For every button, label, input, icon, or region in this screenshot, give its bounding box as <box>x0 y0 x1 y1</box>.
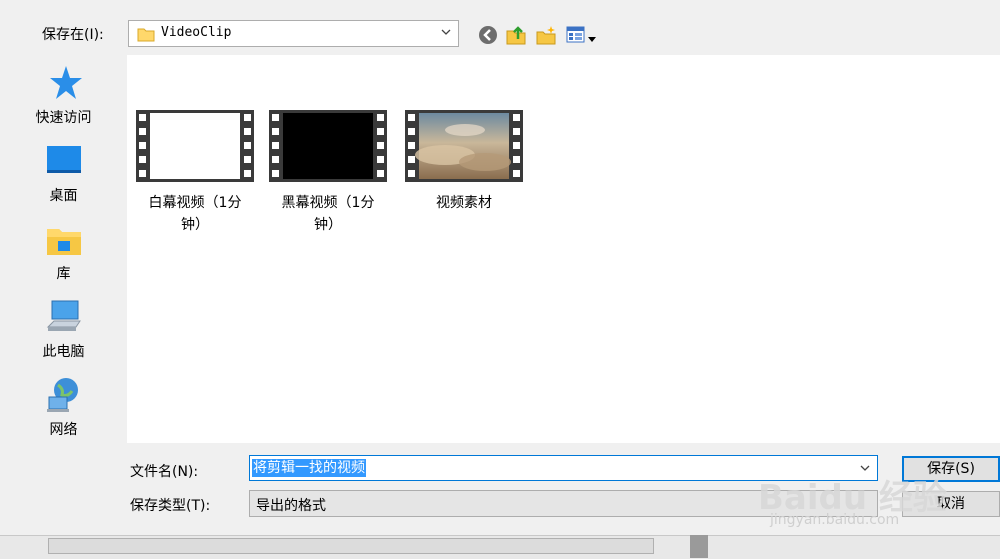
file-name-line2: 钟） <box>181 217 209 233</box>
view-menu-button[interactable] <box>566 25 600 45</box>
filename-label: 文件名(N): <box>130 464 199 480</box>
file-name-line1: 白幕视频（1分 <box>148 195 242 211</box>
place-desktop[interactable]: 桌面 <box>0 141 127 205</box>
chevron-down-icon[interactable] <box>440 26 452 42</box>
folder-icon <box>137 26 155 42</box>
place-label: 桌面 <box>49 188 78 204</box>
filetype-value: 导出的格式 <box>256 498 326 514</box>
file-name-line2: 钟） <box>314 217 342 233</box>
place-this-pc[interactable]: 此电脑 <box>0 297 127 361</box>
file-item[interactable]: 黑幕视频（1分 钟） <box>263 110 393 236</box>
place-network[interactable]: 网络 <box>0 375 127 439</box>
library-icon <box>44 219 84 259</box>
watermark-url: jingyan.baidu.com <box>770 512 900 528</box>
computer-icon <box>44 297 84 337</box>
file-item[interactable]: 白幕视频（1分 钟） <box>130 110 260 236</box>
caret-down-icon <box>588 31 596 47</box>
place-label: 此电脑 <box>42 344 85 360</box>
place-label: 库 <box>56 266 71 282</box>
filename-input-text: 将剪辑一找的视频 <box>252 459 366 477</box>
place-library[interactable]: 库 <box>0 219 127 283</box>
location-dropdown[interactable]: VideoClip <box>128 20 459 47</box>
star-icon <box>44 63 84 103</box>
filetype-label: 保存类型(T): <box>130 498 211 514</box>
file-name-line1: 视频素材 <box>436 195 492 211</box>
location-text: VideoClip <box>161 25 232 40</box>
file-item[interactable]: 视频素材 <box>399 110 529 214</box>
back-icon[interactable] <box>477 24 499 46</box>
desktop-icon <box>44 141 84 181</box>
background-scrollbar <box>48 538 654 554</box>
network-icon <box>44 375 84 415</box>
file-name-line1: 黑幕视频（1分 <box>281 195 375 211</box>
video-thumbnail <box>405 110 523 182</box>
save-in-label: 保存在(I): <box>42 27 104 43</box>
video-thumbnail <box>269 110 387 182</box>
file-list[interactable]: 白幕视频（1分 钟） 黑幕视频（1分 钟） 视频素材 <box>127 55 1000 443</box>
up-folder-icon[interactable] <box>505 24 527 46</box>
place-label: 快速访问 <box>35 110 92 126</box>
view-details-icon <box>566 25 586 49</box>
places-bar: 快速访问 桌面 库 此电脑 网络 <box>0 55 127 535</box>
place-quick-access[interactable]: 快速访问 <box>0 63 127 127</box>
video-thumbnail <box>136 110 254 182</box>
place-label: 网络 <box>49 422 78 438</box>
new-folder-icon[interactable] <box>535 24 557 46</box>
background-window-edge <box>690 535 708 558</box>
